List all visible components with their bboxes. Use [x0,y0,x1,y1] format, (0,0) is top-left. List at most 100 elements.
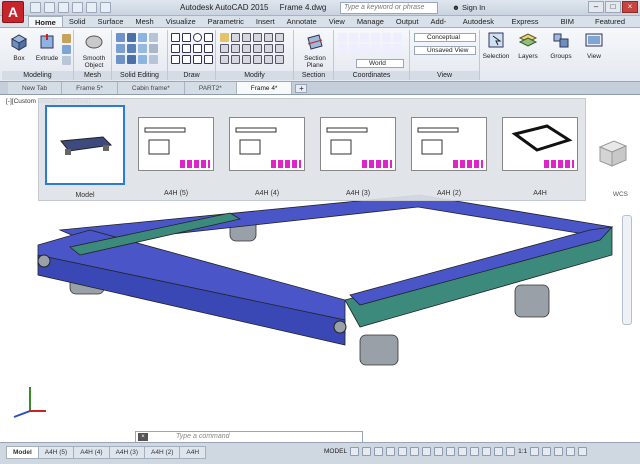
trim-icon[interactable] [242,33,251,42]
close-command-icon[interactable]: × [138,433,148,441]
document-tab[interactable]: New Tab [8,82,63,94]
maximize-button[interactable]: □ [605,1,621,13]
ribbon-tab-featured-apps[interactable]: Featured Apps [589,16,640,36]
ucs-y-icon[interactable] [382,33,391,42]
ucs-view-icon[interactable] [338,44,347,53]
wcs-menu[interactable]: WCS [613,191,628,198]
polygon-icon[interactable] [204,55,213,64]
visual-style-dropdown[interactable]: Conceptual [414,33,476,42]
close-button[interactable]: × [622,1,638,13]
ucs-face-icon[interactable] [360,44,369,53]
ribbon-tab-parametric[interactable]: Parametric [202,16,250,27]
offset-icon[interactable] [253,44,262,53]
document-tab[interactable]: PART2* [184,82,237,94]
align-icon[interactable] [242,55,251,64]
ribbon-tab-annotate[interactable]: Annotate [281,16,323,27]
layout-tab[interactable]: A4H (4) [73,446,110,459]
ucs-previous-icon[interactable] [382,44,391,53]
new-icon[interactable] [30,2,41,13]
ribbon-tab-solid[interactable]: Solid [63,16,92,27]
ucs-object-icon[interactable] [349,44,358,53]
snap-icon[interactable] [362,447,372,456]
extrude-button[interactable]: Extrude [34,32,60,62]
explode-icon[interactable] [264,44,273,53]
document-tab[interactable]: Frame 5* [62,82,118,94]
shell-icon[interactable] [149,44,158,53]
layout-preview-thumbnail[interactable]: A4H [500,105,580,197]
polar-icon[interactable] [386,447,396,456]
sign-in-button[interactable]: ☻ Sign In [452,3,485,12]
ribbon-tab-insert[interactable]: Insert [250,16,281,27]
ucs-icon[interactable] [338,33,347,42]
model-space-toggle[interactable]: MODEL [324,448,347,455]
save-icon[interactable] [58,2,69,13]
ribbon-tab-home[interactable]: Home [28,16,63,27]
ucs-world-icon[interactable] [349,33,358,42]
grid-icon[interactable] [350,447,360,456]
fillet-icon[interactable] [275,33,284,42]
dyn-icon[interactable] [446,447,456,456]
ribbon-tab-add-ins[interactable]: Add-ins [424,16,456,36]
3d-move-icon[interactable] [220,55,229,64]
modeling-panel-label[interactable]: Modeling [2,71,73,80]
region-icon[interactable] [204,44,213,53]
polyline-icon[interactable] [182,33,191,42]
layout-tab[interactable]: A4H (3) [108,446,145,459]
view-panel-label[interactable]: View [410,71,479,80]
clean-screen-icon[interactable] [566,447,576,456]
save-as-icon[interactable] [72,2,83,13]
ucs-3point-icon[interactable] [371,44,380,53]
layout-tab[interactable]: A4H [179,446,207,459]
offset-edge-icon[interactable] [138,55,147,64]
scale-icon[interactable] [231,44,240,53]
application-menu-button[interactable]: A [2,1,24,23]
annotation-scale[interactable]: 1:1 [518,448,527,455]
ribbon-tab-bim-360[interactable]: BIM 360 [555,16,589,36]
slice-tool-icon[interactable] [149,33,158,42]
ribbon-tab-mesh[interactable]: Mesh [129,16,159,27]
lineweight-icon[interactable] [458,447,468,456]
annotation-visibility-icon[interactable] [506,447,516,456]
layout-preview-thumbnail[interactable]: Model [45,105,125,199]
union-tool-icon[interactable] [116,33,125,42]
viewcube[interactable] [592,133,632,173]
mesh-panel-label[interactable]: Mesh [74,71,111,80]
section-panel-label[interactable]: Section [294,71,333,80]
modify-panel-label[interactable]: Modify [216,71,293,80]
isolate-objects-icon[interactable] [554,447,564,456]
rotate-icon[interactable] [231,33,240,42]
navigation-bar[interactable] [622,215,632,325]
ucs-origin-icon[interactable] [360,33,369,42]
selection-button[interactable]: Selection [482,30,510,60]
hardware-acceleration-icon[interactable] [542,447,552,456]
selection-cycling-icon[interactable] [482,447,492,456]
undo-icon[interactable] [86,2,97,13]
layout-tab[interactable]: A4H (2) [144,446,181,459]
rectangle-icon[interactable] [171,44,180,53]
ellipse-icon[interactable] [193,55,202,64]
array-icon[interactable] [242,44,251,53]
mirror-icon[interactable] [264,33,273,42]
minimize-button[interactable]: – [588,1,604,13]
otrack-icon[interactable] [422,447,432,456]
workspace-icon[interactable] [530,447,540,456]
ucs-x-icon[interactable] [371,33,380,42]
drawing-canvas[interactable]: [-][Custom View][Conceptual] ModelA4H (5… [0,95,640,442]
ribbon-tab-visualize[interactable]: Visualize [160,16,202,27]
customization-icon[interactable] [578,447,588,456]
smooth-object-button[interactable]: Smooth Object [79,32,109,69]
3d-mirror-icon[interactable] [253,55,262,64]
3d-array-icon[interactable] [264,55,273,64]
document-tab[interactable]: Frame 4* [236,82,293,94]
groups-button[interactable]: Groups [546,30,576,60]
layout-preview-thumbnail[interactable]: A4H (2) [409,105,489,197]
named-view-dropdown[interactable]: Unsaved View [414,46,476,55]
presspull-icon[interactable] [62,34,71,43]
osnap-icon[interactable] [398,447,408,456]
layers-button[interactable]: Layers [514,30,542,60]
redo-icon[interactable] [100,2,111,13]
spline-icon[interactable] [182,44,191,53]
ribbon-tab-output[interactable]: Output [390,16,425,27]
ribbon-tab-manage[interactable]: Manage [351,16,390,27]
copy-icon[interactable] [253,33,262,42]
